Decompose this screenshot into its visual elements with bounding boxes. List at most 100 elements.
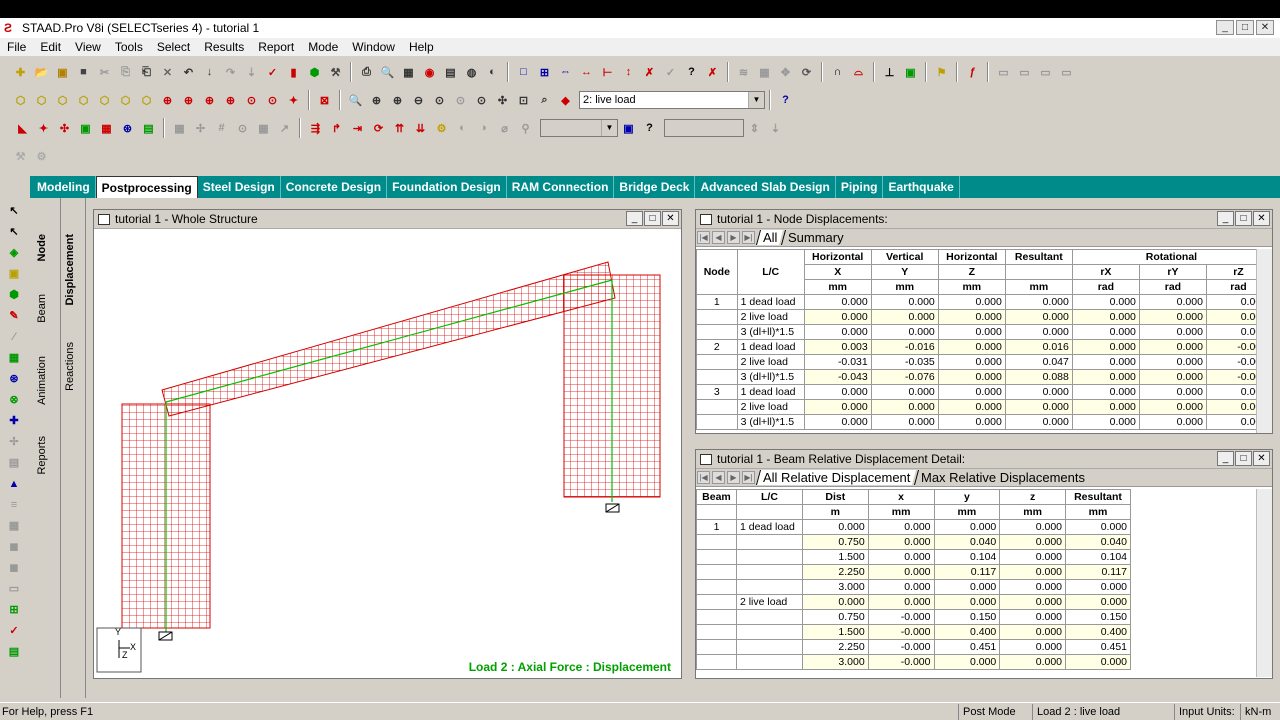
tab-max-relative-displacements[interactable]: Max Relative Displacements (914, 470, 1092, 485)
table-row[interactable]: 21 dead load 0.003 -0.016 0.000 0.016 0.000 0.… (696, 339, 1256, 355)
tab-postprocessing[interactable]: Postprocessing (95, 176, 198, 198)
table-row[interactable]: 3 (dl+ll)*1.5 0.000 0.000 0.000 0.000 0.000 0.… (696, 414, 1256, 430)
load-icon[interactable]: ⊗ (5, 391, 23, 408)
tab-ram-connection[interactable]: RAM Connection (507, 176, 615, 198)
window4-icon[interactable]: ▭ (1058, 63, 1076, 81)
geometry-icon[interactable]: ⊛ (119, 119, 137, 137)
prev-tab-icon[interactable]: ◀ (712, 471, 725, 484)
deflection-icon[interactable]: ↱ (328, 119, 346, 137)
paste-icon[interactable]: ⎗ (138, 63, 156, 81)
rotate-right-icon[interactable]: ⊕ (222, 91, 240, 109)
minimize-button[interactable]: _ (1217, 451, 1234, 466)
save-icon[interactable]: ▣ (54, 63, 72, 81)
disabled-icon[interactable]: ⊙ (234, 119, 252, 137)
apply-icon[interactable]: ⇣ (767, 119, 785, 137)
menu-view[interactable]: View (68, 40, 108, 54)
member-icon[interactable]: ↕ (620, 63, 638, 81)
save-as-icon[interactable]: ■ (75, 63, 93, 81)
table-row[interactable]: 11 dead load 0.000 0.000 0.000 0.000 0.000 (696, 519, 1131, 535)
beam-select-icon[interactable]: ▣ (5, 265, 23, 282)
step-icon[interactable]: ⇣ (243, 63, 261, 81)
disabled-icon[interactable]: ↗ (276, 119, 294, 137)
table-row[interactable]: 11 dead load 0.000 0.000 0.000 0.000 0.000 0.0… (696, 294, 1256, 310)
edit-icon[interactable]: ✎ (5, 307, 23, 324)
structure-canvas[interactable] (94, 230, 681, 678)
node-cursor-icon[interactable]: ✦ (35, 119, 53, 137)
close-button[interactable]: ✕ (1256, 20, 1274, 35)
arch-icon[interactable]: ∩ (829, 63, 847, 81)
table-row[interactable]: 0.750 0.000 0.040 0.000 0.040 (696, 534, 1131, 550)
minimize-button[interactable]: _ (1216, 20, 1234, 35)
table-row[interactable]: 0.750 -0.000 0.150 0.000 0.150 (696, 609, 1131, 625)
zoom-icon[interactable]: 🔍 (347, 91, 365, 109)
moment-icon[interactable]: ⟳ (370, 119, 388, 137)
dimension-icon[interactable]: ⇔ (557, 63, 575, 81)
redo-icon[interactable]: ↓ (201, 63, 219, 81)
axial-icon[interactable]: ⇥ (349, 119, 367, 137)
first-tab-icon[interactable]: |◀ (697, 231, 710, 244)
beam-table-scrollbar[interactable] (1256, 489, 1272, 677)
table-row[interactable]: 2 live load 0.000 0.000 0.000 0.000 0.000 0.00… (696, 399, 1256, 415)
solid-icon[interactable]: ◼ (5, 538, 23, 555)
surface-icon[interactable]: ▦ (98, 119, 116, 137)
tab-piping[interactable]: Piping (836, 176, 884, 198)
delete-icon[interactable]: ✕ (159, 63, 177, 81)
top-view-icon[interactable]: ⬡ (117, 91, 135, 109)
zoom-all-icon[interactable]: ⊙ (431, 91, 449, 109)
redo-all-icon[interactable]: ↷ (222, 63, 240, 81)
animation-icon[interactable]: ⚙ (433, 119, 451, 137)
select-cursor-icon[interactable]: ↖ (5, 202, 23, 219)
side-tab-reports[interactable]: Reports (36, 436, 48, 475)
menu-help[interactable]: Help (402, 40, 441, 54)
force-icon[interactable]: ⇊ (412, 119, 430, 137)
back-view-icon[interactable]: ⬡ (54, 91, 72, 109)
plate-icon[interactable]: ▦ (756, 63, 774, 81)
disabled-icon[interactable]: ▦ (255, 119, 273, 137)
info-icon[interactable]: ? (641, 119, 659, 137)
table-row[interactable]: 2 live load -0.031 -0.035 0.000 0.047 0.000 0.… (696, 354, 1256, 370)
stress2-icon[interactable]: ◑ (475, 119, 493, 137)
close-button[interactable]: ✕ (1253, 451, 1270, 466)
last-tab-icon[interactable]: ▶| (742, 231, 755, 244)
next-tab-icon[interactable]: ▶ (727, 231, 740, 244)
side-tab-animation[interactable]: Animation (36, 356, 48, 405)
left-view-icon[interactable]: ⬡ (75, 91, 93, 109)
grid-icon[interactable]: ▦ (5, 349, 23, 366)
run-icon[interactable]: ▮ (285, 63, 303, 81)
side-tab-node[interactable]: Node (36, 234, 48, 262)
side-tab-displacement[interactable]: Displacement (64, 234, 76, 306)
new-file-icon[interactable]: ✚ (12, 63, 30, 81)
window-icon[interactable]: ▭ (5, 580, 23, 597)
chevron-down-icon[interactable]: ▼ (748, 92, 764, 108)
menu-window[interactable]: Window (345, 40, 402, 54)
material-icon[interactable]: ▣ (902, 63, 920, 81)
table-row[interactable]: 31 dead load 0.000 0.000 0.000 0.000 0.000 0.0… (696, 384, 1256, 400)
tab-modeling[interactable]: Modeling (30, 176, 96, 198)
right-view-icon[interactable]: ⬡ (96, 91, 114, 109)
display-icon[interactable]: ⊠ (316, 91, 334, 109)
shear-icon[interactable]: ⇈ (391, 119, 409, 137)
menu-mode[interactable]: Mode (301, 40, 345, 54)
disabled-icon[interactable]: ▦ (171, 119, 189, 137)
rotate-up-icon[interactable]: ⊕ (159, 91, 177, 109)
minimize-button[interactable]: _ (1217, 211, 1234, 226)
table-row[interactable]: 1.500 0.000 0.104 0.000 0.104 (696, 549, 1131, 565)
check-icon[interactable]: ✓ (5, 622, 23, 639)
menu-report[interactable]: Report (251, 40, 301, 54)
table-row[interactable]: 2 live load 0.000 0.000 0.000 0.000 0.000 0.00… (696, 309, 1256, 325)
list-icon[interactable]: ≡ (5, 496, 23, 513)
table-row[interactable]: 2 live load 0.000 0.000 0.000 0.000 0.000 (696, 594, 1131, 610)
plates-cursor-icon[interactable]: ✣ (56, 119, 74, 137)
print-preview-icon[interactable]: 🔍 (379, 63, 397, 81)
menu-select[interactable]: Select (150, 40, 197, 54)
maximize-button[interactable]: □ (644, 211, 661, 226)
render-icon[interactable]: ◐ (484, 63, 502, 81)
node-select-icon[interactable]: ◈ (5, 244, 23, 261)
scale-field[interactable] (664, 119, 744, 137)
zoom-prev-icon[interactable]: ⊙ (452, 91, 470, 109)
solid-icon[interactable]: ▣ (77, 119, 95, 137)
copy-icon[interactable]: ⎘ (117, 63, 135, 81)
tab-earthquake[interactable]: Earthquake (883, 176, 960, 198)
tab-summary[interactable]: Summary (781, 230, 851, 245)
spin-right-icon[interactable]: ⊙ (264, 91, 282, 109)
